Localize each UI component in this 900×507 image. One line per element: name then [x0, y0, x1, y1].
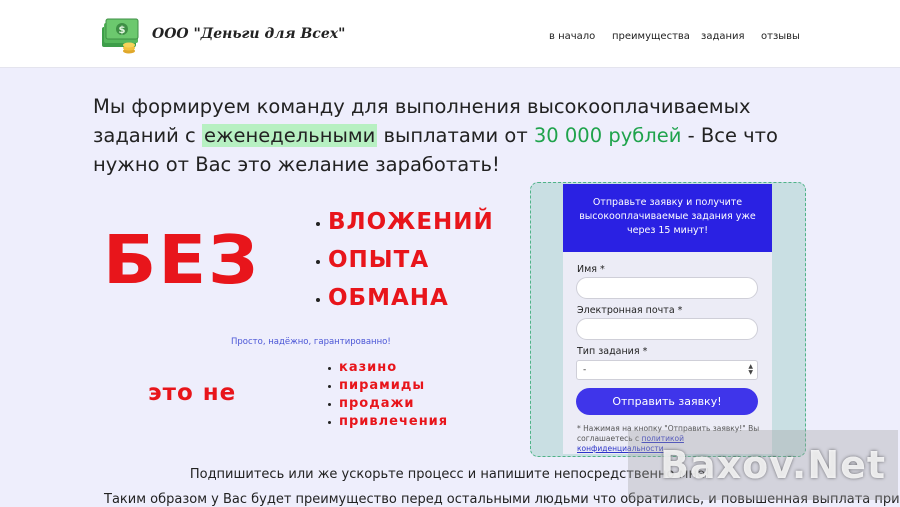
eto-ne-title: это не — [148, 380, 237, 406]
select-arrows-icon: ▲ ▼ — [748, 363, 753, 376]
eto-ne-list: казино пирамиды продажи привлечения — [328, 358, 448, 430]
task-type-select[interactable]: - ▲ ▼ — [576, 360, 758, 380]
bullet-icon — [316, 222, 320, 226]
main-headline: Мы формируем команду для выполнения высо… — [93, 92, 813, 179]
headline-highlight: еженедельными — [201, 124, 378, 147]
submit-button[interactable]: Отправить заявку! — [576, 388, 758, 415]
list-item: продажи — [328, 394, 448, 412]
tagline: Просто, надёжно, гарантированно! — [231, 337, 391, 347]
site-header: $ ООО "Деньги для Всех" в начало преимущ… — [0, 0, 900, 68]
name-label: Имя * — [577, 264, 605, 275]
nav-home[interactable]: в начало — [549, 31, 595, 42]
bullet-icon — [316, 260, 320, 264]
svg-text:$: $ — [119, 25, 126, 36]
bez-item: ОБМАНА — [316, 279, 494, 317]
bullet-icon — [316, 298, 320, 302]
headline-part2: выплатами от — [377, 124, 534, 147]
bez-item: ВЛОЖЕНИЙ — [316, 203, 494, 241]
bez-list: ВЛОЖЕНИЙ ОПЫТА ОБМАНА — [316, 203, 494, 317]
email-label: Электронная почта * — [577, 305, 683, 316]
form-header: Отправьте заявку и получите высокооплачи… — [563, 184, 772, 252]
nav-advantages[interactable]: преимущества — [612, 31, 690, 42]
email-input[interactable] — [576, 318, 758, 340]
application-form: Отправьте заявку и получите высокооплачи… — [563, 184, 772, 454]
bullet-icon — [328, 384, 331, 388]
task-type-label: Тип задания * — [577, 346, 648, 357]
logo-text[interactable]: ООО "Деньги для Всех" — [152, 26, 345, 42]
bullet-icon — [328, 402, 331, 406]
bullet-icon — [328, 366, 331, 370]
bez-item: ОПЫТА — [316, 241, 494, 279]
list-item: пирамиды — [328, 376, 448, 394]
list-item: казино — [328, 358, 448, 376]
headline-amount: 30 000 рублей — [533, 124, 682, 147]
nav-reviews[interactable]: отзывы — [761, 31, 800, 42]
list-item: привлечения — [328, 412, 448, 430]
watermark-text: Baxov.Net — [660, 443, 887, 487]
nav-tasks[interactable]: задания — [701, 31, 745, 42]
task-type-value: - — [583, 365, 587, 375]
bullet-icon — [328, 420, 331, 424]
money-logo-icon[interactable]: $ — [100, 17, 140, 55]
name-input[interactable] — [576, 277, 758, 299]
bez-title: БЕЗ — [103, 221, 260, 299]
